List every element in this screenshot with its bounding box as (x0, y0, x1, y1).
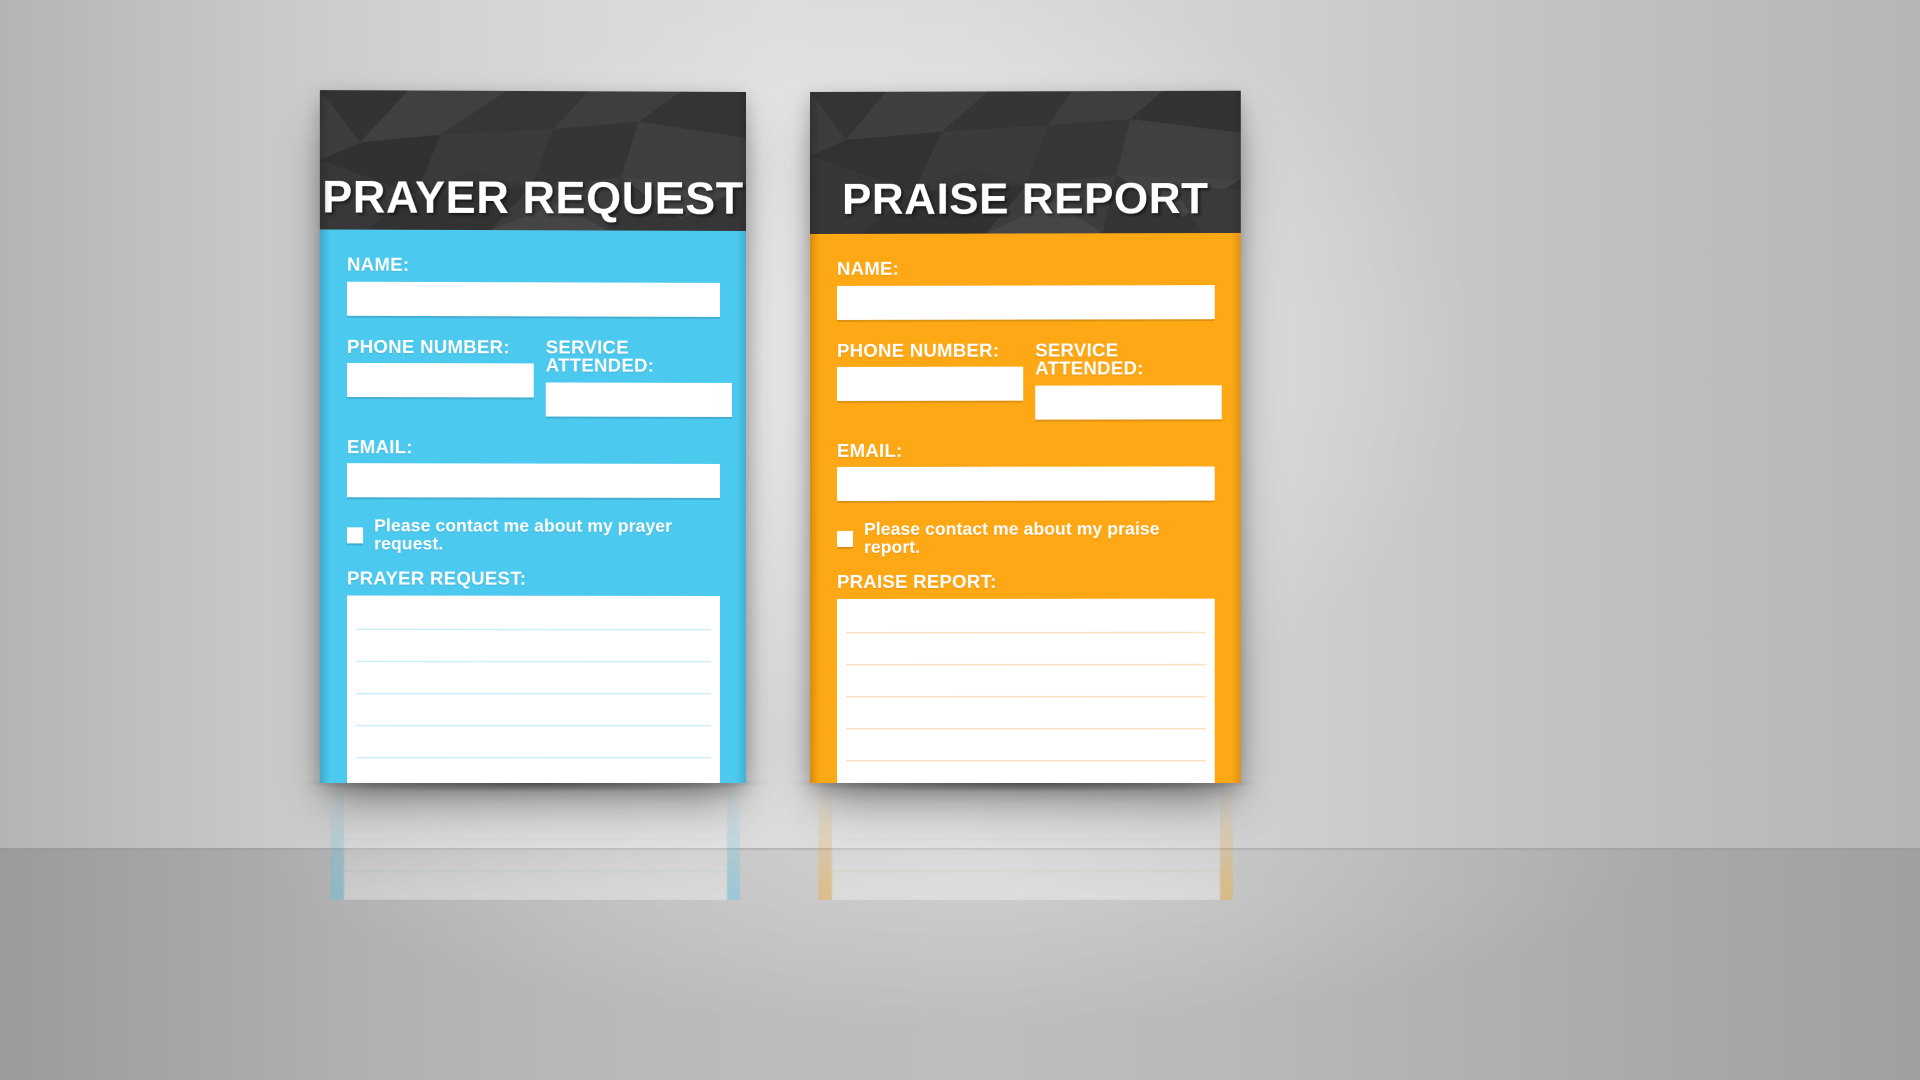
scene: PRAYER REQUEST NAME: PHONE NUMBER: SERVI… (0, 0, 1920, 1080)
email-input[interactable] (347, 463, 720, 498)
prayer-request-header: PRAYER REQUEST (319, 90, 746, 231)
prayer-request-card[interactable]: PRAYER REQUEST NAME: PHONE NUMBER: SERVI… (319, 90, 746, 783)
reflection-sheet (832, 784, 1220, 900)
reflection-accent-band (818, 784, 1233, 900)
phone-service-row: PHONE NUMBER: SERVICE ATTENDED: (347, 335, 733, 417)
message-textarea[interactable] (837, 598, 1215, 783)
email-input[interactable] (837, 466, 1215, 501)
prayer-request-body: NAME: PHONE NUMBER: SERVICE ATTENDED: EM… (319, 229, 746, 783)
consent-checkbox[interactable] (837, 530, 854, 547)
textarea-left-margin (347, 595, 357, 783)
reflection-accent-band (330, 784, 740, 900)
praise-report-title: PRAISE REPORT (842, 173, 1209, 224)
name-input[interactable] (837, 284, 1215, 320)
service-attended-input[interactable] (1035, 384, 1222, 420)
consent-row[interactable]: Please contact me about my prayer reques… (347, 515, 720, 554)
praise-report-reflection (818, 784, 1233, 900)
phone-service-row: PHONE NUMBER: SERVICE ATTENDED: (837, 339, 1222, 420)
message-label: PRAISE REPORT: (837, 570, 997, 592)
consent-checkbox[interactable] (347, 526, 364, 543)
prayer-request-reflection (330, 784, 740, 900)
name-label: NAME: (837, 257, 900, 279)
consent-row[interactable]: Please contact me about my praise report… (837, 518, 1215, 557)
consent-label: Please contact me about my prayer reques… (374, 515, 673, 554)
name-input[interactable] (347, 281, 720, 317)
email-label: EMAIL: (837, 439, 903, 461)
phone-label: PHONE NUMBER: (837, 339, 1000, 361)
name-label: NAME: (347, 253, 410, 275)
service-attended-label: SERVICE ATTENDED: (1035, 338, 1144, 379)
prayer-request-title: PRAYER REQUEST (322, 171, 744, 224)
phone-input[interactable] (347, 362, 534, 398)
textarea-left-margin (837, 598, 847, 783)
praise-report-body: NAME: PHONE NUMBER: SERVICE ATTENDED: EM… (810, 232, 1241, 783)
email-label: EMAIL: (347, 435, 413, 457)
textarea-right-margin (710, 595, 720, 783)
consent-label: Please contact me about my praise report… (864, 518, 1160, 557)
praise-report-card[interactable]: PRAISE REPORT NAME: PHONE NUMBER: SERVIC… (810, 90, 1241, 783)
message-textarea[interactable] (347, 595, 720, 783)
reflection-sheet (344, 784, 727, 900)
praise-report-header: PRAISE REPORT (810, 90, 1241, 234)
phone-label: PHONE NUMBER: (347, 335, 510, 357)
phone-input[interactable] (837, 366, 1024, 401)
service-attended-label: SERVICE ATTENDED: (545, 335, 655, 376)
textarea-right-margin (1205, 598, 1215, 783)
message-label: PRAYER REQUEST: (347, 567, 527, 589)
service-attended-input[interactable] (545, 381, 733, 417)
